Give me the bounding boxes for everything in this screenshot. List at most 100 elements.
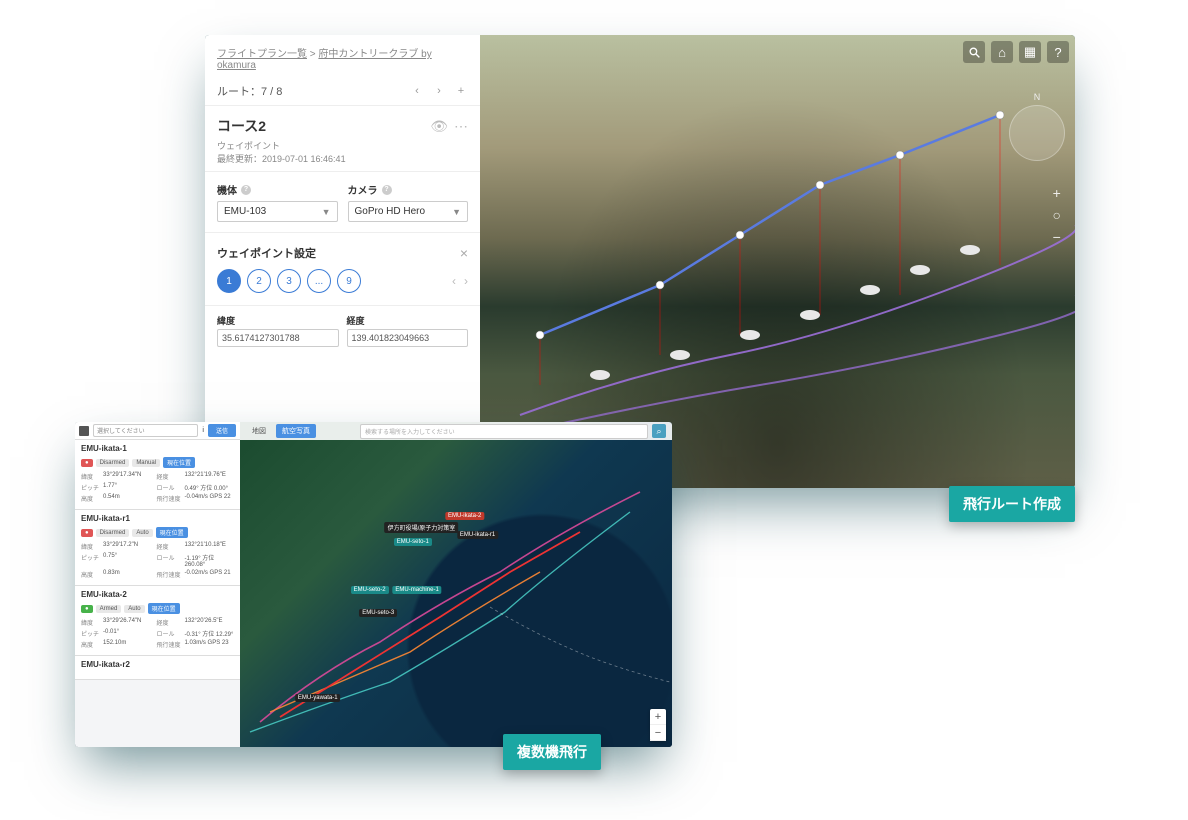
camera-select[interactable]: GoPro HD Hero ▼ — [348, 201, 469, 222]
layers-icon[interactable]: ▦ — [1019, 41, 1041, 63]
compass-widget[interactable] — [1009, 105, 1065, 161]
caption-badge-route: 飛行ルート作成 — [949, 486, 1075, 522]
status-chips: ●DisarmedAuto現在位置 — [81, 527, 234, 538]
help-icon[interactable]: ? — [241, 185, 251, 195]
status-chip: Disarmed — [96, 459, 130, 467]
telemetry-value: 33°29'17.2"N — [103, 542, 152, 551]
telemetry-grid: 緯度33°29'17.2"N経度132°21'10.18"Eピッチ0.75°ロー… — [81, 542, 234, 579]
map-pin[interactable]: EMU-seto-1 — [394, 538, 432, 546]
breadcrumb-root-link[interactable]: フライトプラン一覧 — [217, 49, 307, 60]
satellite-map[interactable]: 地図 航空写真 検索する場所を入力してください ⌕ EMU-ikata-2EMU… — [240, 422, 672, 747]
aircraft-label: 機体 ? — [217, 182, 338, 197]
map-pin[interactable]: EMU-seto-2 — [351, 586, 389, 594]
3d-terrain-map[interactable]: ⌂ ▦ ? + ○ − — [480, 35, 1075, 488]
close-icon[interactable]: × — [460, 245, 468, 261]
prev-waypoint-icon[interactable]: ‹ — [452, 274, 456, 288]
waypoint-section-header: ウェイポイント設定 × — [205, 233, 480, 269]
telemetry-key: 経度 — [157, 472, 181, 481]
drone-card[interactable]: EMU-ikata-1●DisarmedManual現在位置緯度33°29'17… — [75, 440, 240, 510]
search-icon[interactable] — [963, 41, 985, 63]
status-chip: Manual — [132, 459, 160, 467]
zoom-out-button[interactable]: − — [650, 725, 666, 741]
telemetry-key: 緯度 — [81, 472, 99, 481]
coordinate-fields: 緯度 35.6174127301788 経度 139.401823049663 — [205, 305, 480, 355]
latitude-input[interactable]: 35.6174127301788 — [217, 329, 339, 347]
telemetry-value: 0.54m — [103, 494, 152, 503]
telemetry-value: 132°20'26.5"E — [185, 618, 234, 627]
map-pin[interactable]: EMU-seto-3 — [359, 609, 397, 617]
telemetry-key: 飛行速度 — [157, 570, 181, 579]
aircraft-select[interactable]: EMU-103 ▼ — [217, 201, 338, 222]
course-title: コース2 — [217, 116, 424, 136]
map-pin[interactable]: EMU-machine-1 — [392, 586, 441, 594]
map-pin[interactable]: 伊方町役場/原子力対策室 — [385, 522, 459, 533]
waypoint-button[interactable]: ... — [307, 269, 331, 293]
telemetry-value: 33°29'26.74"N — [103, 618, 152, 627]
telemetry-key: ピッチ — [81, 629, 99, 638]
drone-card[interactable]: EMU-ikata-r2 — [75, 656, 240, 680]
telemetry-key: ピッチ — [81, 553, 99, 568]
telemetry-value: 1.03m/s GPS 23 — [185, 640, 234, 649]
telemetry-value: 0.49° 方位 0.00° — [185, 483, 234, 492]
telemetry-value: 33°29'17.34"N — [103, 472, 152, 481]
course-header: コース2 👁 ⋯ ウェイポイント 最終更新：2019-07-01 16:46:4… — [205, 106, 480, 172]
chevron-down-icon: ▼ — [452, 207, 461, 217]
waypoint-button[interactable]: 9 — [337, 269, 361, 293]
visibility-toggle-icon[interactable]: 👁 — [430, 118, 448, 135]
next-route-button[interactable]: › — [432, 85, 446, 97]
help-icon[interactable]: ? — [1047, 41, 1069, 63]
status-chip: ● — [81, 459, 93, 467]
status-chips: ●ArmedAuto現在位置 — [81, 603, 234, 614]
help-icon[interactable]: ? — [382, 185, 392, 195]
waypoint-button[interactable]: 1 — [217, 269, 241, 293]
drone-card[interactable]: EMU-ikata-2●ArmedAuto現在位置緯度33°29'26.74"N… — [75, 586, 240, 656]
telemetry-key: 経度 — [157, 542, 181, 551]
waypoint-button[interactable]: 2 — [247, 269, 271, 293]
camera-label: カメラ ? — [348, 182, 469, 197]
telemetry-key: ピッチ — [81, 483, 99, 492]
prev-route-button[interactable]: ‹ — [410, 85, 424, 97]
map-pin[interactable]: EMU-yawata-1 — [295, 694, 341, 702]
telemetry-value: 152.10m — [103, 640, 152, 649]
chevron-down-icon: ▼ — [322, 207, 331, 217]
zoom-in-button[interactable]: + — [1053, 185, 1061, 201]
zoom-controls: + ○ − — [1053, 185, 1061, 245]
status-chip: Disarmed — [96, 529, 130, 537]
add-route-button[interactable]: + — [454, 85, 468, 97]
drone-filter-select[interactable]: 選択してください — [93, 424, 198, 437]
telemetry-key: 緯度 — [81, 618, 99, 627]
info-icon[interactable]: i — [202, 427, 204, 434]
route-overlay — [480, 35, 1075, 488]
longitude-label: 経度 — [347, 314, 469, 327]
status-chip: ● — [81, 605, 93, 613]
menu-icon[interactable] — [79, 426, 89, 436]
drone-list-topbar: 選択してください i 送信 — [75, 422, 240, 440]
drone-list-sidebar: 選択してください i 送信 EMU-ikata-1●DisarmedManual… — [75, 422, 240, 747]
telemetry-key: 高度 — [81, 494, 99, 503]
zoom-reset-button[interactable]: ○ — [1053, 207, 1061, 223]
status-chip: Auto — [132, 529, 152, 537]
drone-name: EMU-ikata-r2 — [81, 660, 234, 669]
status-chip: 現在位置 — [163, 457, 195, 468]
telemetry-key: 緯度 — [81, 542, 99, 551]
next-waypoint-icon[interactable]: › — [464, 274, 468, 288]
route-index-label: ルート：7 / 8 — [217, 83, 410, 99]
home-icon[interactable]: ⌂ — [991, 41, 1013, 63]
map-pin[interactable]: EMU-ikata-r1 — [457, 531, 498, 539]
longitude-input[interactable]: 139.401823049663 — [347, 329, 469, 347]
zoom-in-button[interactable]: + — [650, 709, 666, 725]
caption-badge-multi: 複数機飛行 — [503, 734, 601, 770]
zoom-out-button[interactable]: − — [1053, 229, 1061, 245]
telemetry-value: 1.77° — [103, 483, 152, 492]
telemetry-value: 0.83m — [103, 570, 152, 579]
telemetry-key: 高度 — [81, 640, 99, 649]
map-pin[interactable]: EMU-ikata-2 — [445, 512, 484, 520]
more-menu-icon[interactable]: ⋯ — [454, 118, 468, 135]
telemetry-key: 高度 — [81, 570, 99, 579]
telemetry-value: -1.19° 方位 260.08° — [185, 553, 234, 568]
telemetry-value: -0.01° — [103, 629, 152, 638]
multi-drone-monitor-window: 選択してください i 送信 EMU-ikata-1●DisarmedManual… — [75, 422, 672, 747]
send-button[interactable]: 送信 — [208, 424, 236, 437]
waypoint-button[interactable]: 3 — [277, 269, 301, 293]
drone-card[interactable]: EMU-ikata-r1●DisarmedAuto現在位置緯度33°29'17.… — [75, 510, 240, 586]
